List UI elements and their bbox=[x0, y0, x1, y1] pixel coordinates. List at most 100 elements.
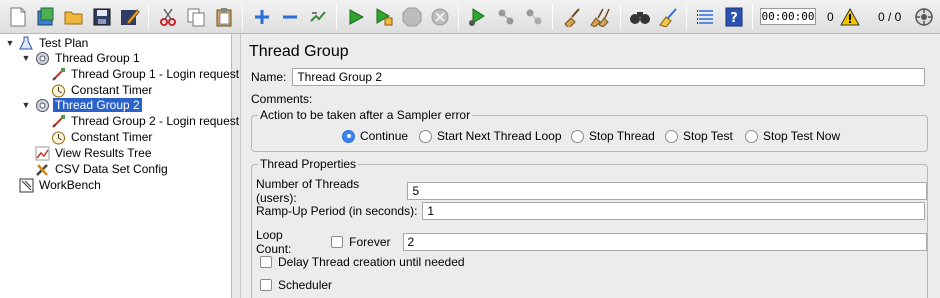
radio-label: Stop Test Now bbox=[763, 129, 841, 143]
radio-icon[interactable] bbox=[665, 129, 678, 143]
tree-item-tg2-constant-timer[interactable]: Constant Timer bbox=[50, 129, 154, 145]
config-icon bbox=[34, 161, 50, 177]
open-icon[interactable] bbox=[62, 5, 86, 29]
num-threads-row: Number of Threads (users): 5 bbox=[256, 177, 927, 205]
radio-selected-icon[interactable] bbox=[342, 129, 355, 143]
num-threads-field[interactable]: 5 bbox=[407, 182, 927, 200]
panel-title: Thread Group bbox=[249, 43, 349, 60]
radio-icon[interactable] bbox=[571, 129, 584, 143]
name-row: Name: Thread Group 2 bbox=[251, 68, 926, 86]
rampup-row: Ramp-Up Period (in seconds): 1 bbox=[256, 202, 926, 220]
expand-icon[interactable] bbox=[250, 5, 274, 29]
tree-label: Thread Group 2 - Login request bbox=[71, 114, 240, 128]
save-as-icon[interactable] bbox=[118, 5, 142, 29]
comments-row: Comments: bbox=[251, 92, 312, 106]
active-threads-count: 0 / 0 bbox=[878, 10, 902, 24]
num-threads-label: Number of Threads (users): bbox=[256, 177, 360, 205]
collapse-icon[interactable] bbox=[278, 5, 302, 29]
workbench-icon bbox=[18, 177, 34, 193]
warning-icon[interactable] bbox=[838, 5, 862, 29]
tree-label: View Results Tree bbox=[55, 146, 152, 160]
templates-icon[interactable] bbox=[34, 5, 58, 29]
loop-count-label: Loop Count: bbox=[256, 228, 292, 256]
reset-search-icon[interactable] bbox=[656, 5, 680, 29]
tree-label: CSV Data Set Config bbox=[55, 162, 168, 176]
radio-stop-test-now[interactable]: Stop Test Now bbox=[745, 129, 840, 143]
rampup-label: Ramp-Up Period (in seconds): bbox=[256, 204, 418, 218]
radio-icon[interactable] bbox=[419, 129, 432, 143]
timer-icon bbox=[50, 82, 66, 98]
sampler-icon bbox=[50, 66, 66, 82]
tree-item-thread-group-1[interactable]: ▼ Thread Group 1 bbox=[20, 50, 142, 66]
loop-count-field[interactable]: 2 bbox=[402, 233, 927, 251]
shutdown-icon[interactable] bbox=[428, 5, 452, 29]
tree-item-tg2-login-request[interactable]: Thread Group 2 - Login request bbox=[50, 113, 241, 129]
tree-item-workbench[interactable]: WorkBench bbox=[18, 177, 103, 193]
tree-label: Thread Group 1 bbox=[55, 51, 140, 65]
remote-shutdown-icon[interactable] bbox=[522, 5, 546, 29]
expanded-arrow-icon[interactable]: ▼ bbox=[4, 37, 16, 49]
tree-item-view-results-tree[interactable]: View Results Tree bbox=[34, 145, 154, 161]
delay-thread-row[interactable]: Delay Thread creation until needed bbox=[260, 255, 465, 269]
remote-start-icon[interactable] bbox=[466, 5, 490, 29]
thread-properties-legend: Thread Properties bbox=[258, 157, 359, 171]
tree-item-tg1-login-request[interactable]: Thread Group 1 - Login request bbox=[50, 66, 241, 82]
comments-label: Comments: bbox=[251, 92, 313, 106]
save-icon[interactable] bbox=[90, 5, 114, 29]
tree-item-csv-data-set-config[interactable]: CSV Data Set Config bbox=[34, 161, 170, 177]
copy-icon[interactable] bbox=[184, 5, 208, 29]
thread-group-icon bbox=[34, 97, 50, 113]
start-icon[interactable] bbox=[344, 5, 368, 29]
start-no-pauses-icon[interactable] bbox=[372, 5, 396, 29]
radio-label: Stop Thread bbox=[589, 129, 655, 143]
sampler-error-legend: Action to be taken after a Sampler error bbox=[258, 108, 473, 122]
tree-label: WorkBench bbox=[39, 178, 101, 192]
thread-properties-group: Thread Properties Number of Threads (use… bbox=[251, 157, 928, 298]
warnings-count: 0 bbox=[827, 10, 834, 24]
forever-checkbox[interactable] bbox=[331, 236, 344, 248]
tree-item-tg1-constant-timer[interactable]: Constant Timer bbox=[50, 82, 154, 98]
status-indicator-icon bbox=[912, 5, 936, 29]
new-icon[interactable] bbox=[6, 5, 30, 29]
tree-item-thread-group-2[interactable]: ▼ Thread Group 2 bbox=[20, 97, 142, 113]
thread-group-panel: Thread Group Name: Thread Group 2 Commen… bbox=[240, 34, 940, 298]
tree-label: Thread Group 2 bbox=[53, 98, 142, 112]
name-label: Name: bbox=[251, 70, 287, 84]
radio-label: Start Next Thread Loop bbox=[437, 129, 562, 143]
listener-icon bbox=[34, 145, 50, 161]
tree-item-test-plan[interactable]: ▼ Test Plan bbox=[4, 35, 90, 51]
clear-icon[interactable] bbox=[560, 5, 584, 29]
scheduler-row[interactable]: Scheduler bbox=[260, 278, 332, 292]
elapsed-timer: 00:00:00 bbox=[760, 8, 816, 25]
stop-icon[interactable] bbox=[400, 5, 424, 29]
cut-icon[interactable] bbox=[156, 5, 180, 29]
radio-start-next-thread-loop[interactable]: Start Next Thread Loop bbox=[419, 129, 562, 143]
scheduler-label: Scheduler bbox=[278, 278, 333, 292]
function-helper-icon[interactable] bbox=[694, 5, 718, 29]
search-icon[interactable] bbox=[628, 5, 652, 29]
sampler-icon bbox=[50, 113, 66, 129]
expanded-arrow-icon[interactable]: ▼ bbox=[20, 52, 32, 64]
loop-count-row: Loop Count: Forever 2 bbox=[256, 228, 927, 256]
timer-icon bbox=[50, 129, 66, 145]
radio-continue[interactable]: Continue bbox=[342, 129, 408, 143]
forever-label: Forever bbox=[349, 235, 391, 249]
expanded-arrow-icon[interactable]: ▼ bbox=[20, 99, 32, 111]
radio-stop-thread[interactable]: Stop Thread bbox=[571, 129, 655, 143]
rampup-field[interactable]: 1 bbox=[422, 202, 926, 220]
radio-stop-test[interactable]: Stop Test bbox=[665, 129, 733, 143]
radio-icon[interactable] bbox=[745, 129, 758, 143]
svg-text:?: ? bbox=[730, 11, 738, 26]
remote-stop-icon[interactable] bbox=[494, 5, 518, 29]
clear-all-icon[interactable] bbox=[588, 5, 612, 29]
tree-label: Test Plan bbox=[39, 36, 89, 50]
tree-label: Thread Group 1 - Login request bbox=[71, 67, 240, 81]
paste-icon[interactable] bbox=[212, 5, 236, 29]
help-icon[interactable]: ? bbox=[722, 5, 746, 29]
scheduler-checkbox[interactable] bbox=[260, 279, 272, 291]
delay-thread-checkbox[interactable] bbox=[260, 256, 272, 268]
radio-label: Continue bbox=[360, 129, 409, 143]
name-field[interactable]: Thread Group 2 bbox=[292, 68, 926, 86]
toggle-icon[interactable] bbox=[306, 5, 330, 29]
thread-group-icon bbox=[34, 50, 50, 66]
